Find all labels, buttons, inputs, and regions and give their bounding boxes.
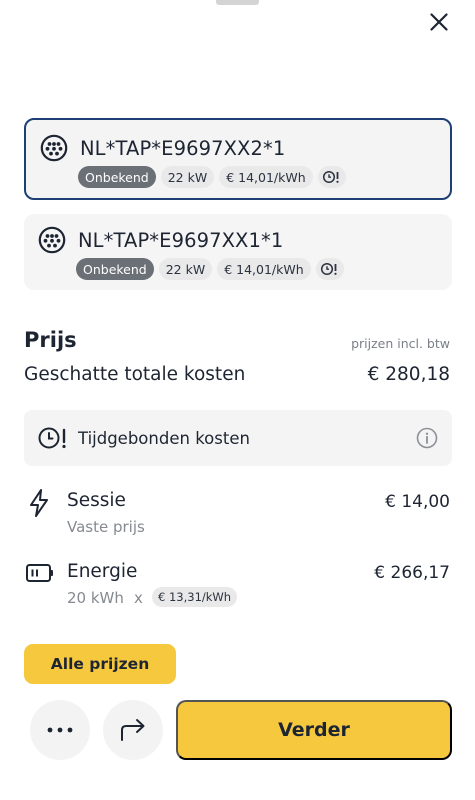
energy-amount: 20 kWh <box>67 589 124 607</box>
time-bound-costs-label: Tijdgebonden kosten <box>78 428 250 448</box>
status-badge: Onbekend <box>76 258 154 280</box>
power-badge: 22 kW <box>160 166 215 188</box>
share-arrow-icon <box>121 719 145 741</box>
status-badge: Onbekend <box>78 166 156 188</box>
session-subtitle: Vaste prijs <box>67 518 145 536</box>
close-icon <box>430 13 448 31</box>
sheet-grabber[interactable] <box>216 0 259 5</box>
price-section-title: Prijs <box>24 328 77 352</box>
lightning-icon <box>30 489 48 517</box>
power-badge: 22 kW <box>158 258 213 280</box>
next-button[interactable]: Verder <box>176 700 452 760</box>
close-button[interactable] <box>425 8 453 36</box>
type2-socket-icon <box>40 134 68 162</box>
share-button[interactable] <box>103 700 163 760</box>
clock-alert-icon <box>38 427 66 449</box>
estimated-total-label: Geschatte totale kosten <box>24 364 246 385</box>
more-dots-icon <box>47 727 73 733</box>
rate-badge: € 14,01/kWh <box>217 258 311 280</box>
energy-value: € 266,17 <box>374 563 450 583</box>
session-value: € 14,00 <box>385 492 450 512</box>
connector-id: NL*TAP*E9697XX1*1 <box>78 228 284 252</box>
all-prices-button[interactable]: Alle prijzen <box>24 644 176 684</box>
time-cost-badge <box>317 166 346 188</box>
battery-icon <box>26 564 53 582</box>
connector-card[interactable]: NL*TAP*E9697XX1*1 Onbekend 22 kW € 14,01… <box>24 214 452 290</box>
info-icon[interactable] <box>416 427 438 449</box>
time-cost-badge <box>315 258 344 280</box>
connector-id: NL*TAP*E9697XX2*1 <box>80 136 286 160</box>
time-bound-costs-row[interactable]: Tijdgebonden kosten <box>24 410 452 466</box>
clock-alert-icon <box>320 262 337 276</box>
estimated-total-value: € 280,18 <box>367 364 450 385</box>
energy-rate-badge: € 13,31/kWh <box>152 587 238 607</box>
bottom-sheet: NL*TAP*E9697XX2*1 Onbekend 22 kW € 14,01… <box>0 0 475 800</box>
type2-socket-icon <box>38 226 66 254</box>
session-title: Sessie <box>67 490 126 511</box>
multiply-sign: x <box>134 589 143 607</box>
connector-card-selected[interactable]: NL*TAP*E9697XX2*1 Onbekend 22 kW € 14,01… <box>24 118 452 200</box>
energy-title: Energie <box>67 561 138 582</box>
vat-note: prijzen incl. btw <box>351 336 450 351</box>
clock-alert-icon <box>322 170 339 184</box>
rate-badge: € 14,01/kWh <box>219 166 313 188</box>
more-options-button[interactable] <box>30 700 90 760</box>
